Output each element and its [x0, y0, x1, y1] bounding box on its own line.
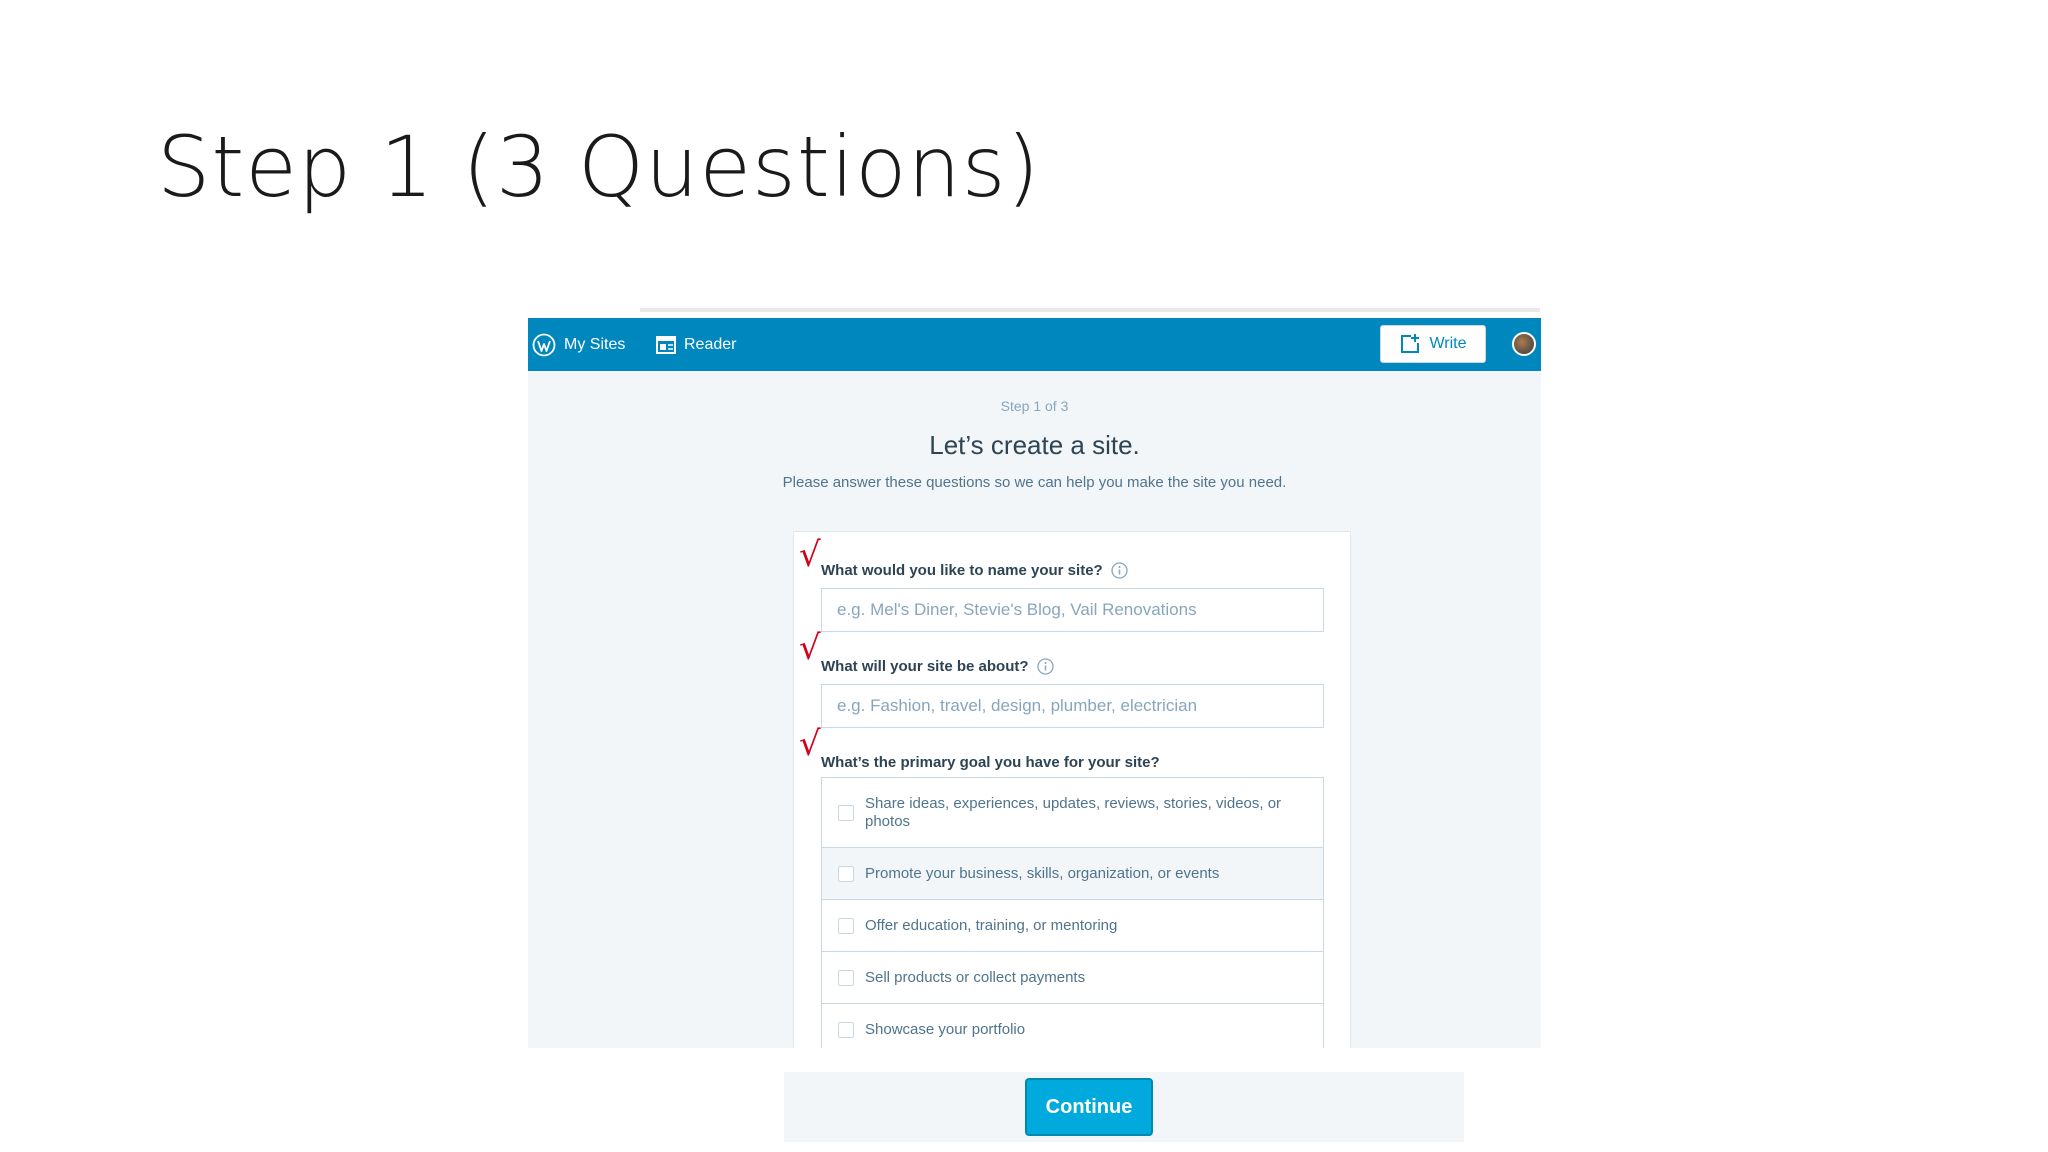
continue-button[interactable]: Continue [1025, 1078, 1153, 1136]
check-mark-1: √ [799, 535, 821, 575]
checkbox[interactable] [838, 804, 854, 821]
write-button[interactable]: Write [1380, 325, 1486, 363]
site-questions-card: √ What would you like to name your site?… [793, 531, 1351, 1048]
site-topic-input[interactable] [821, 684, 1324, 728]
reader-link[interactable]: Reader [656, 318, 736, 371]
goal-option-portfolio[interactable]: Showcase your portfolio [822, 1004, 1323, 1048]
checkbox[interactable] [838, 1021, 854, 1038]
reader-label: Reader [684, 335, 737, 353]
screenshot-frame: My Sites Reader Write Step 1 of 3 Let’s … [528, 318, 1541, 1048]
avatar[interactable] [1512, 332, 1536, 356]
goal-option-label: Promote your business, skills, organizat… [865, 864, 1220, 882]
check-mark-2: √ [799, 628, 821, 668]
divider [640, 308, 1540, 312]
write-label: Write [1429, 335, 1467, 352]
info-icon[interactable] [1111, 562, 1128, 579]
checkbox[interactable] [838, 917, 854, 934]
goal-option-promote[interactable]: Promote your business, skills, organizat… [822, 848, 1323, 900]
info-icon[interactable] [1036, 658, 1054, 675]
site-goal-question: What’s the primary goal you have for you… [821, 754, 1160, 771]
goal-option-share[interactable]: Share ideas, experiences, updates, revie… [822, 778, 1323, 848]
site-goal-label: What’s the primary goal you have for you… [821, 754, 1160, 771]
checkbox[interactable] [838, 865, 854, 882]
goal-option-label: Offer education, training, or mentoring [865, 916, 1118, 934]
masterbar: My Sites Reader Write [528, 318, 1541, 371]
goal-option-label: Sell products or collect payments [865, 968, 1086, 986]
page-subheading: Please answer these questions so we can … [782, 474, 1287, 491]
site-topic-label: What will your site be about? [821, 658, 1029, 675]
site-name-question: What would you like to name your site? [821, 562, 1128, 579]
my-sites-link[interactable]: My Sites [532, 318, 625, 371]
check-mark-3: √ [799, 724, 821, 764]
site-name-input[interactable] [821, 588, 1324, 632]
goal-option-label: Share ideas, experiences, updates, revie… [865, 794, 1282, 830]
goal-options-list: Share ideas, experiences, updates, revie… [821, 777, 1324, 1048]
my-sites-label: My Sites [564, 335, 626, 353]
goal-option-label: Showcase your portfolio [865, 1020, 1026, 1038]
page-heading: Let’s create a site. [929, 430, 1140, 460]
wordpress-logo-icon [532, 333, 556, 356]
write-icon [1401, 334, 1420, 353]
site-name-label: What would you like to name your site? [821, 562, 1103, 579]
reader-icon [656, 335, 676, 354]
goal-option-educate[interactable]: Offer education, training, or mentoring [822, 900, 1323, 952]
goal-option-sell[interactable]: Sell products or collect payments [822, 952, 1323, 1004]
checkbox[interactable] [838, 969, 854, 986]
step-indicator: Step 1 of 3 [1000, 398, 1069, 414]
footer-bar: Continue [784, 1072, 1464, 1142]
slide-title: Step 1 (3 Questions) [157, 118, 1041, 216]
site-topic-question: What will your site be about? [821, 658, 1054, 675]
